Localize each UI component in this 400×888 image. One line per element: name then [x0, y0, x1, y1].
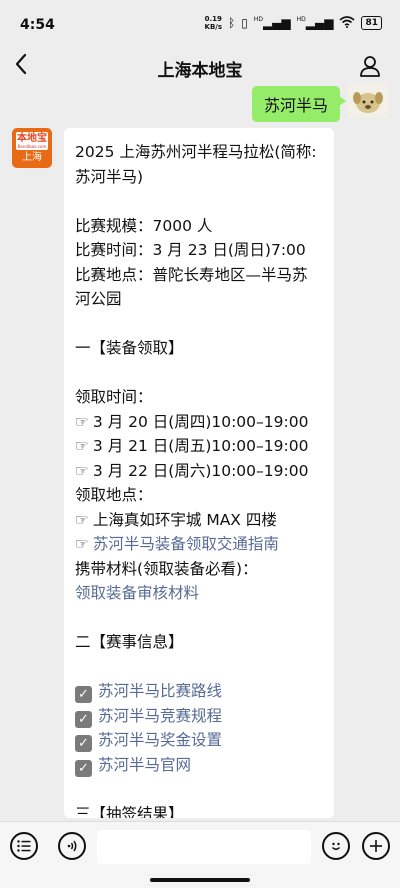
nav-bar: 上海本地宝	[0, 48, 400, 88]
emoji-icon	[331, 842, 341, 850]
transport-guide-link[interactable]: 苏河半马装备领取交通指南	[93, 535, 279, 553]
status-icons: 0.19 KB/s ᛒ ▯ HD▂▄▆ HD▂▄▆ 81	[205, 15, 382, 31]
menu-button[interactable]	[10, 832, 38, 860]
bendibao-avatar[interactable]: 本地宝 Bendibao.com 上海	[12, 128, 52, 168]
pointing-hand-icon: ☞	[75, 412, 89, 431]
section-heading-lottery: 三【抽签结果】	[75, 804, 184, 819]
pickup-time-item: ☞ 3 月 22 日(周六)10:00–19:00	[75, 461, 309, 480]
message-title-line2: 苏河半马)	[75, 167, 144, 186]
pointing-hand-icon: ☞	[75, 437, 89, 455]
info-link-item: ✓ 苏河半马奖金设置	[75, 728, 323, 753]
list-menu-icon	[17, 840, 31, 852]
user-avatar[interactable]	[348, 84, 388, 118]
page-title: 上海本地宝	[157, 61, 243, 81]
race-place-line1: 比赛地点：普陀长寿地区—半马苏	[75, 265, 308, 284]
message-title-line1: 2025 上海苏州河半程马拉松(简称:	[75, 143, 317, 161]
checkbox-icon: ✓	[75, 710, 92, 728]
clock: 4:54	[20, 17, 55, 33]
signal-icon-2: HD▂▄▆	[296, 16, 334, 30]
wifi-icon	[339, 15, 355, 31]
materials-link[interactable]: 领取装备审核材料	[75, 584, 199, 602]
checkbox-icon: ✓	[75, 686, 92, 703]
pointing-hand-icon: ☞	[75, 461, 89, 480]
pointing-hand-icon: ☞	[75, 535, 89, 553]
prize-link[interactable]: 苏河半马奖金设置	[98, 731, 222, 749]
pickup-place: ☞ 上海真如环宇城 MAX 四楼	[75, 510, 277, 529]
emoji-button[interactable]	[322, 832, 350, 860]
home-indicator	[150, 878, 250, 882]
plus-icon	[370, 840, 382, 852]
signal-icon: HD▂▄▆	[253, 16, 291, 30]
user-icon	[360, 56, 380, 77]
transport-guide-item: ☞ 苏河半马装备领取交通指南	[75, 532, 323, 557]
checkbox-icon: ✓	[75, 735, 92, 752]
race-place-line2: 河公园	[75, 290, 122, 308]
input-bar	[0, 821, 400, 888]
voice-icon	[67, 840, 77, 852]
battery-indicator: 81	[361, 16, 382, 30]
race-time: 比赛时间：3 月 23 日(周日)7:00	[75, 241, 306, 259]
bendibao-logo: 本地宝 Bendibao.com	[16, 132, 48, 150]
rules-link[interactable]: 苏河半马竞赛规程	[98, 707, 222, 725]
official-site-link[interactable]: 苏河半马官网	[98, 756, 191, 774]
sent-message-row: 苏河半马	[251, 84, 388, 122]
vibrate-icon: ▯	[241, 16, 248, 30]
pickup-place-label: 领取地点：	[75, 486, 153, 504]
bluetooth-icon: ᛒ	[228, 16, 236, 30]
race-scale: 比赛规模：7000 人	[75, 216, 213, 235]
add-button[interactable]	[362, 832, 390, 860]
info-link-item: ✓ 苏河半马官网	[75, 753, 323, 778]
sent-message-bubble[interactable]: 苏河半马	[251, 86, 347, 122]
pickup-time-item: ☞ 3 月 21 日(周五)10:00–19:00	[75, 437, 309, 455]
info-link-item: ✓ 苏河半马竞赛规程	[75, 704, 323, 729]
pickup-time-label: 领取时间：	[75, 388, 153, 406]
materials-label: 携带材料(领取装备必看)：	[75, 559, 258, 578]
voice-button[interactable]	[58, 832, 86, 860]
bendibao-logo-city: 上海	[22, 152, 42, 163]
profile-button[interactable]	[358, 54, 382, 78]
checkbox-icon: ✓	[75, 759, 92, 777]
pointing-hand-icon: ☞	[75, 510, 89, 529]
pickup-time-item: ☞ 3 月 20 日(周四)10:00–19:00	[75, 412, 309, 431]
message-input[interactable]	[97, 830, 311, 864]
status-bar: 4:54 0.19 KB/s ᛒ ▯ HD▂▄▆ HD▂▄▆ 81	[0, 0, 400, 48]
info-link-item: ✓ 苏河半马比赛路线	[75, 679, 323, 704]
section-heading-equipment: 一【装备领取】	[75, 339, 184, 357]
received-message-bubble: 2025 上海苏州河半程马拉松(简称: 苏河半马) 比赛规模：7000 人 比赛…	[64, 128, 334, 818]
route-link[interactable]: 苏河半马比赛路线	[98, 682, 222, 700]
section-heading-info: 二【赛事信息】	[75, 633, 184, 651]
network-speed: 0.19 KB/s	[204, 15, 222, 31]
